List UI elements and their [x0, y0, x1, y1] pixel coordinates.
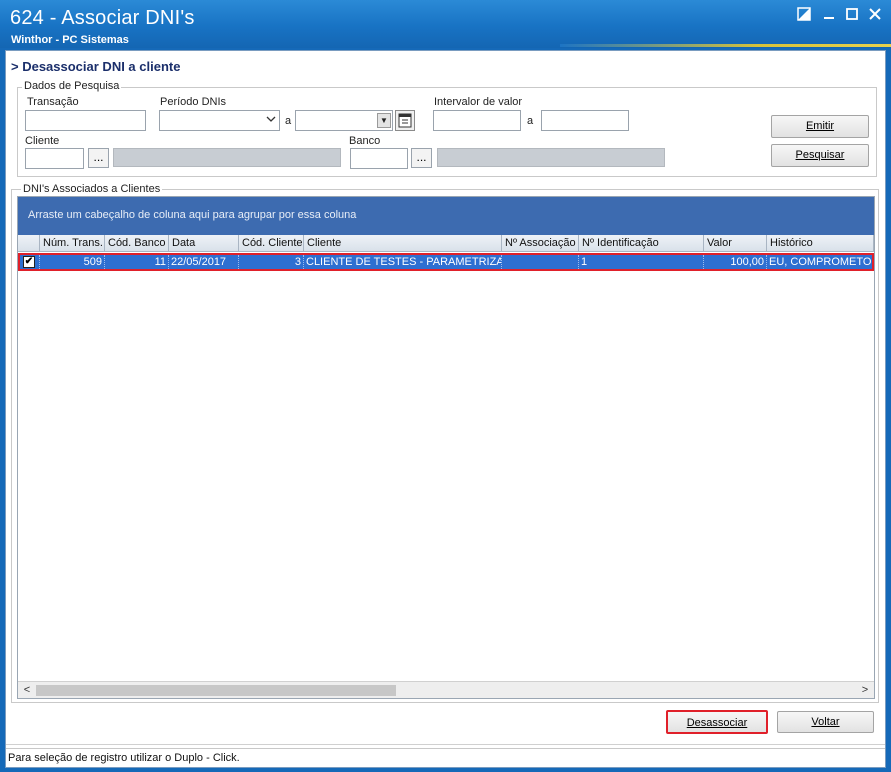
cell-valor: 100,00: [704, 255, 767, 269]
intervalo-to-input[interactable]: [541, 110, 629, 131]
column-header-select[interactable]: [18, 235, 40, 252]
minimize-icon[interactable]: [820, 7, 838, 25]
periodo-label: Período DNIs: [160, 96, 227, 108]
window-title: 624 - Associar DNI's: [10, 7, 195, 29]
group-by-panel[interactable]: Arraste um cabeçalho de coluna aqui para…: [18, 197, 874, 235]
cell-cod-cliente: 3: [239, 255, 304, 269]
transacao-label: Transação: [27, 96, 79, 108]
column-header-valor[interactable]: Valor: [704, 235, 767, 252]
column-header-cod-banco[interactable]: Cód. Banco: [105, 235, 169, 252]
column-header-data[interactable]: Data: [169, 235, 239, 252]
desassociar-button[interactable]: Desassociar: [666, 710, 768, 734]
chevron-down-icon[interactable]: [266, 114, 276, 127]
cliente-name-field: [113, 148, 341, 167]
transacao-input[interactable]: [25, 110, 146, 131]
status-bar: Para seleção de registro utilizar o Dupl…: [6, 748, 885, 767]
banco-lookup-button[interactable]: ...: [411, 148, 432, 168]
cell-historico: EU, COMPROMETO A: [769, 256, 872, 268]
intervalo-from-input[interactable]: [433, 110, 521, 131]
pesquisar-button[interactable]: Pesquisar: [771, 144, 869, 167]
cell-n-associacao: [502, 255, 579, 269]
calendar-icon[interactable]: [395, 110, 415, 131]
cliente-label: Cliente: [25, 135, 60, 147]
banco-label: Banco: [349, 135, 381, 147]
page-title: > Desassociar DNI a cliente: [11, 59, 181, 74]
scroll-right-icon[interactable]: >: [857, 683, 873, 698]
column-header-cod-cliente[interactable]: Cód. Cliente: [239, 235, 304, 252]
dropdown-arrow-icon[interactable]: ▼: [377, 113, 391, 128]
maximize-icon[interactable]: [843, 7, 861, 25]
cell-num-trans: 509: [40, 255, 105, 269]
search-group-label: Dados de Pesquisa: [22, 80, 122, 92]
column-header-cliente[interactable]: Cliente: [304, 235, 502, 252]
grid-header: Núm. Trans. Cód. Banco Data Cód. Cliente…: [18, 235, 874, 252]
scroll-left-icon[interactable]: <: [19, 683, 35, 698]
table-row[interactable]: ✔ 509 11 22/05/2017 3 CLIENTE DE TESTES …: [18, 253, 874, 271]
cliente-lookup-button[interactable]: ...: [88, 148, 109, 168]
column-header-n-identificacao[interactable]: Nº Identificação: [579, 235, 704, 252]
restore-icon[interactable]: [795, 7, 813, 25]
row-select-cell[interactable]: ✔: [20, 255, 40, 269]
intervalo-separator: a: [527, 115, 534, 127]
intervalo-label: Intervalor de valor: [434, 96, 523, 108]
desassociar-label: Desassociar: [686, 717, 748, 729]
scroll-thumb[interactable]: [36, 685, 396, 696]
grid-group-label: DNI's Associados a Clientes: [21, 183, 163, 195]
column-header-historico[interactable]: Histórico: [767, 235, 874, 252]
cell-cod-banco: 11: [105, 255, 169, 269]
status-separator: [6, 744, 885, 745]
window-subtitle: Winthor - PC Sistemas: [11, 34, 129, 46]
cliente-code-input[interactable]: [25, 148, 84, 169]
emitir-label: Emitir: [805, 120, 835, 132]
periodo-to-combo[interactable]: ▼: [295, 110, 393, 131]
cell-data: 22/05/2017: [169, 255, 239, 269]
cell-cliente: CLIENTE DE TESTES - PARAMETRIZACAO: [304, 255, 502, 269]
voltar-button[interactable]: Voltar: [777, 711, 874, 733]
banco-name-field: [437, 148, 665, 167]
cell-n-identificacao: 1: [579, 255, 704, 269]
pesquisar-label: Pesquisar: [795, 149, 845, 161]
emitir-button[interactable]: Emitir: [771, 115, 869, 138]
column-header-n-associacao[interactable]: Nº Associação: [502, 235, 579, 252]
data-grid[interactable]: Arraste um cabeçalho de coluna aqui para…: [17, 196, 875, 699]
row-checkbox[interactable]: ✔: [23, 256, 35, 268]
close-icon[interactable]: [866, 7, 884, 25]
banco-code-input[interactable]: [350, 148, 408, 169]
title-accent-stripe: [560, 44, 891, 47]
periodo-from-combo[interactable]: [159, 110, 280, 131]
column-header-num-trans[interactable]: Núm. Trans.: [40, 235, 105, 252]
voltar-label: Voltar: [811, 716, 840, 728]
horizontal-scrollbar[interactable]: < >: [18, 681, 874, 698]
periodo-separator: a: [285, 115, 292, 127]
title-bar[interactable]: 624 - Associar DNI's Winthor - PC Sistem…: [0, 0, 891, 48]
